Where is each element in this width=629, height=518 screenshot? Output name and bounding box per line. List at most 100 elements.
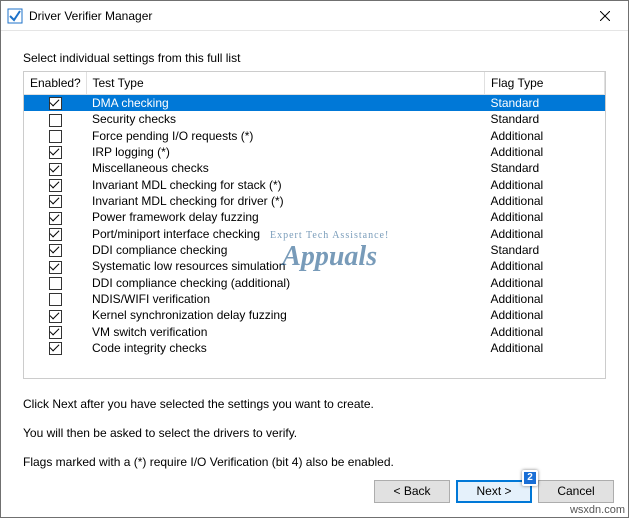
row-checkbox-cell[interactable] xyxy=(24,307,86,323)
row-test-type: DDI compliance checking (additional) xyxy=(86,275,485,291)
note-line-1: Click Next after you have selected the s… xyxy=(23,395,606,414)
table-row[interactable]: Security checksStandard xyxy=(24,111,605,127)
close-icon xyxy=(600,11,610,21)
row-flag-type: Additional xyxy=(485,128,605,144)
table-row[interactable]: Code integrity checksAdditional xyxy=(24,340,605,356)
row-checkbox-cell[interactable] xyxy=(24,324,86,340)
row-checkbox[interactable] xyxy=(49,293,62,306)
row-checkbox[interactable] xyxy=(49,179,62,192)
row-flag-type: Additional xyxy=(485,307,605,323)
row-checkbox[interactable] xyxy=(49,212,62,225)
window-title: Driver Verifier Manager xyxy=(29,9,582,23)
settings-groupbox: Enabled? Test Type Flag Type DMA checkin… xyxy=(23,71,606,379)
table-row[interactable]: NDIS/WIFI verificationAdditional xyxy=(24,291,605,307)
row-test-type: VM switch verification xyxy=(86,324,485,340)
close-button[interactable] xyxy=(582,1,628,31)
row-test-type: Power framework delay fuzzing xyxy=(86,209,485,225)
note-line-2: You will then be asked to select the dri… xyxy=(23,424,606,443)
row-checkbox[interactable] xyxy=(49,326,62,339)
row-flag-type: Standard xyxy=(485,242,605,258)
cancel-button[interactable]: Cancel xyxy=(538,480,614,503)
table-row[interactable]: Miscellaneous checksStandard xyxy=(24,160,605,176)
table-row[interactable]: Systematic low resources simulationAddit… xyxy=(24,258,605,274)
table-row[interactable]: Kernel synchronization delay fuzzingAddi… xyxy=(24,307,605,323)
row-checkbox[interactable] xyxy=(49,97,62,110)
back-button[interactable]: < Back xyxy=(374,480,450,503)
row-checkbox-cell[interactable] xyxy=(24,258,86,274)
row-checkbox-cell[interactable] xyxy=(24,128,86,144)
button-bar: < Back Next > 2 Cancel xyxy=(1,473,628,517)
row-test-type: DDI compliance checking xyxy=(86,242,485,258)
row-checkbox[interactable] xyxy=(49,130,62,143)
row-checkbox-cell[interactable] xyxy=(24,193,86,209)
row-flag-type: Additional xyxy=(485,324,605,340)
row-test-type: IRP logging (*) xyxy=(86,144,485,160)
row-checkbox[interactable] xyxy=(49,228,62,241)
table-row[interactable]: Invariant MDL checking for driver (*)Add… xyxy=(24,193,605,209)
notes-area: Click Next after you have selected the s… xyxy=(23,395,606,473)
row-test-type: NDIS/WIFI verification xyxy=(86,291,485,307)
table-row[interactable]: Force pending I/O requests (*)Additional xyxy=(24,128,605,144)
row-checkbox[interactable] xyxy=(49,195,62,208)
row-flag-type: Additional xyxy=(485,209,605,225)
row-checkbox-cell[interactable] xyxy=(24,340,86,356)
row-checkbox-cell[interactable] xyxy=(24,275,86,291)
content-area: Select individual settings from this ful… xyxy=(1,31,628,473)
table-row[interactable]: DDI compliance checking (additional)Addi… xyxy=(24,275,605,291)
next-button[interactable]: Next > xyxy=(456,480,532,503)
table-row[interactable]: DDI compliance checkingStandard xyxy=(24,242,605,258)
row-checkbox[interactable] xyxy=(49,310,62,323)
settings-list[interactable]: Enabled? Test Type Flag Type DMA checkin… xyxy=(24,72,605,378)
row-flag-type: Standard xyxy=(485,160,605,176)
row-checkbox-cell[interactable] xyxy=(24,209,86,225)
row-test-type: Invariant MDL checking for stack (*) xyxy=(86,177,485,193)
table-row[interactable]: Invariant MDL checking for stack (*)Addi… xyxy=(24,177,605,193)
table-row[interactable]: IRP logging (*)Additional xyxy=(24,144,605,160)
row-checkbox[interactable] xyxy=(49,277,62,290)
row-flag-type: Standard xyxy=(485,95,605,112)
titlebar: Driver Verifier Manager xyxy=(1,1,628,31)
row-checkbox-cell[interactable] xyxy=(24,95,86,112)
row-checkbox-cell[interactable] xyxy=(24,160,86,176)
row-flag-type: Additional xyxy=(485,226,605,242)
row-checkbox-cell[interactable] xyxy=(24,144,86,160)
row-checkbox-cell[interactable] xyxy=(24,177,86,193)
row-flag-type: Additional xyxy=(485,275,605,291)
table-row[interactable]: VM switch verificationAdditional xyxy=(24,324,605,340)
footer-credit: wsxdn.com xyxy=(570,504,625,516)
row-checkbox-cell[interactable] xyxy=(24,291,86,307)
row-test-type: Systematic low resources simulation xyxy=(86,258,485,274)
row-flag-type: Additional xyxy=(485,177,605,193)
row-test-type: Code integrity checks xyxy=(86,340,485,356)
row-flag-type: Additional xyxy=(485,258,605,274)
row-test-type: Kernel synchronization delay fuzzing xyxy=(86,307,485,323)
row-flag-type: Standard xyxy=(485,111,605,127)
table-row[interactable]: Port/miniport interface checkingAddition… xyxy=(24,226,605,242)
row-test-type: Invariant MDL checking for driver (*) xyxy=(86,193,485,209)
row-flag-type: Additional xyxy=(485,193,605,209)
table-row[interactable]: Power framework delay fuzzingAdditional xyxy=(24,209,605,225)
row-checkbox-cell[interactable] xyxy=(24,226,86,242)
row-checkbox[interactable] xyxy=(49,163,62,176)
column-header-flagtype[interactable]: Flag Type xyxy=(485,72,605,95)
note-line-3: Flags marked with a (*) require I/O Veri… xyxy=(23,453,606,472)
row-checkbox[interactable] xyxy=(49,114,62,127)
column-header-testtype[interactable]: Test Type xyxy=(86,72,485,95)
row-flag-type: Additional xyxy=(485,291,605,307)
row-checkbox[interactable] xyxy=(49,342,62,355)
table-row[interactable]: DMA checkingStandard xyxy=(24,95,605,112)
window: Driver Verifier Manager Select individua… xyxy=(0,0,629,518)
row-flag-type: Additional xyxy=(485,340,605,356)
instruction-text: Select individual settings from this ful… xyxy=(23,51,606,65)
row-checkbox[interactable] xyxy=(49,244,62,257)
row-checkbox-cell[interactable] xyxy=(24,242,86,258)
row-checkbox[interactable] xyxy=(49,146,62,159)
row-test-type: Port/miniport interface checking xyxy=(86,226,485,242)
row-test-type: Security checks xyxy=(86,111,485,127)
row-checkbox[interactable] xyxy=(49,261,62,274)
column-header-enabled[interactable]: Enabled? xyxy=(24,72,86,95)
app-icon xyxy=(7,8,23,24)
step-badge: 2 xyxy=(522,470,538,486)
row-flag-type: Additional xyxy=(485,144,605,160)
row-checkbox-cell[interactable] xyxy=(24,111,86,127)
